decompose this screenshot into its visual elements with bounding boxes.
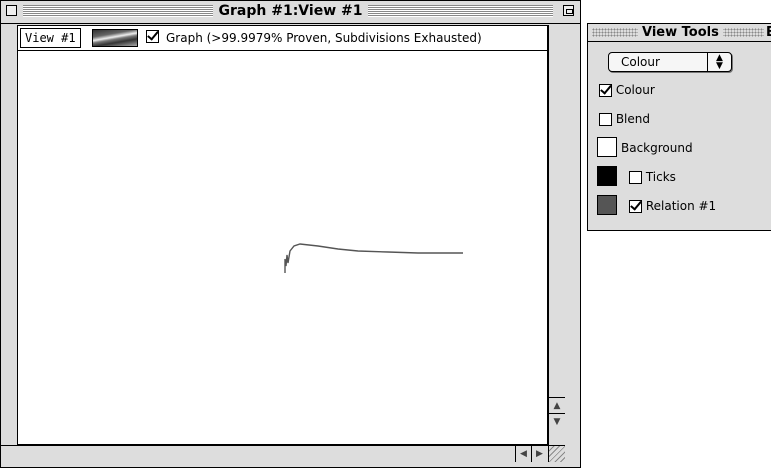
ticks-label: Ticks (645, 170, 676, 184)
ticks-color-swatch[interactable] (597, 166, 617, 186)
colour-label: Colour (615, 83, 655, 97)
graph-plot (284, 243, 463, 273)
graph-window: Graph #1:View #1 View #1 Graph (>99.9979… (0, 0, 581, 468)
relation-checkbox[interactable] (629, 200, 642, 213)
mode-popup-menu[interactable]: Colour ▲ ▼ (608, 52, 732, 72)
vertical-scrollbar[interactable]: ▲ ▼ (548, 25, 565, 445)
graph-color-swatch[interactable] (92, 29, 138, 47)
blend-label: Blend (615, 112, 650, 126)
graph-visible-checkbox[interactable] (146, 30, 159, 43)
ticks-checkbox[interactable] (629, 171, 642, 184)
graph-status-label: Graph (>99.9979% Proven, Subdivisions Ex… (166, 31, 482, 45)
view-selector-button[interactable]: View #1 (20, 28, 81, 48)
horizontal-scrollbar[interactable]: ◀ ▶ (1, 445, 548, 462)
relation-color-swatch[interactable] (597, 195, 617, 215)
window-title: Graph #1:View #1 (212, 3, 369, 19)
background-color-swatch[interactable] (597, 137, 617, 157)
colour-option[interactable]: Colour (599, 82, 655, 98)
relation-curve (284, 243, 463, 273)
blend-option[interactable]: Blend (599, 111, 650, 127)
graph-canvas[interactable] (17, 51, 548, 445)
palette-title: View Tools (638, 24, 723, 41)
relation-option[interactable]: Relation #1 (629, 198, 716, 214)
colour-checkbox[interactable] (599, 84, 612, 97)
graph-toolbar: View #1 Graph (>99.9979% Proven, Subdivi… (17, 25, 548, 51)
popup-arrows-icon: ▲ ▼ (707, 53, 731, 71)
graph-window-titlebar[interactable]: Graph #1:View #1 (1, 1, 580, 24)
palette-title-overflow: E (764, 24, 771, 41)
ticks-option[interactable]: Ticks (629, 169, 676, 185)
relation-label: Relation #1 (645, 199, 717, 213)
resize-grip-icon[interactable] (548, 445, 565, 462)
scroll-down-arrow-icon[interactable]: ▼ (549, 413, 565, 429)
palette-titlebar[interactable]: View Tools E (588, 24, 771, 42)
scroll-up-arrow-icon[interactable]: ▲ (549, 397, 565, 413)
scroll-left-arrow-icon[interactable]: ◀ (515, 446, 531, 462)
scroll-right-arrow-icon[interactable]: ▶ (531, 446, 547, 462)
zoom-box-icon[interactable] (563, 5, 574, 16)
mode-popup-value: Colour (621, 55, 660, 69)
view-tools-palette: View Tools E Colour ▲▼ Colour Blend Back… (587, 23, 771, 231)
background-label: Background (621, 141, 693, 155)
blend-checkbox[interactable] (599, 113, 612, 126)
